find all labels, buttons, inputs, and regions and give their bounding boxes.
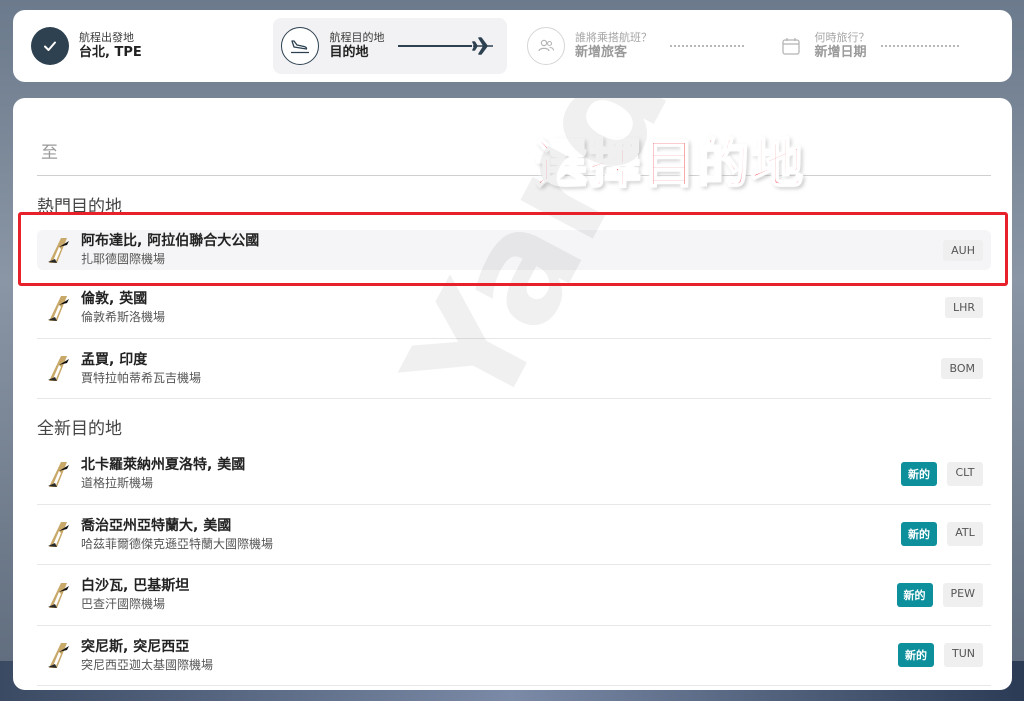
step-destination-value: 目的地 <box>329 44 369 60</box>
plane-landing-icon <box>281 27 320 65</box>
airline-tail-icon <box>48 522 69 548</box>
check-icon <box>31 27 69 65</box>
step-origin-label: 航程出發地 <box>79 31 134 44</box>
destination-search-input[interactable]: 至 <box>41 138 58 163</box>
annotation-label: 選擇目的地 <box>534 134 806 196</box>
step-connector <box>669 45 744 47</box>
destination-city: 突尼斯, 突尼西亞 <box>81 638 190 655</box>
destination-airport: 巴查汗國際機場 <box>81 597 166 612</box>
step-date-label: 何時旅行？ <box>814 31 870 44</box>
step-date-value: 新增日期 <box>814 44 867 60</box>
airline-tail-icon <box>48 582 69 608</box>
destination-row-lhr[interactable]: 倫敦, 英國 倫敦希斯洛機場 LHR <box>37 278 991 339</box>
destination-search-field[interactable]: 至 <box>37 126 991 176</box>
airport-code-badge: TUN <box>944 643 983 668</box>
new-destination-list: 北卡羅萊納州夏洛特, 美國 道格拉斯機場 新的 CLT 喬治亞州亞特蘭大, 美國… <box>37 444 991 686</box>
passengers-icon <box>526 27 565 65</box>
destination-row-auh[interactable]: 阿布達比, 阿拉伯聯合大公國 扎耶德國際機場 AUH <box>37 230 991 270</box>
new-badge: 新的 <box>898 643 934 668</box>
destination-airport: 哈茲菲爾德傑克遜亞特蘭大國際機場 <box>81 536 274 551</box>
destination-city: 阿布達比, 阿拉伯聯合大公國 <box>81 233 260 250</box>
destination-row-bom[interactable]: 孟買, 印度 賈特拉帕蒂希瓦吉機場 BOM <box>37 339 991 399</box>
airline-tail-icon <box>48 356 69 382</box>
airport-code-badge: PEW <box>942 582 983 607</box>
destination-airport: 扎耶德國際機場 <box>81 252 166 267</box>
step-date[interactable]: 何時旅行？ 新增日期 <box>756 18 996 74</box>
airport-code-badge: LHR <box>944 297 983 319</box>
destination-city: 喬治亞州亞特蘭大, 美國 <box>81 517 232 534</box>
step-passengers-value: 新增旅客 <box>574 44 627 60</box>
destination-row-atl[interactable]: 喬治亞州亞特蘭大, 美國 哈茲菲爾德傑克遜亞特蘭大國際機場 新的 ATL <box>37 505 991 565</box>
destination-panel: 至 選擇目的地 熱門目的地 阿布達比, 阿拉伯聯合大公國 扎耶德國際機場 AUH <box>13 98 1012 690</box>
airport-code-badge: ATL <box>947 522 983 547</box>
new-badge: 新的 <box>901 522 937 547</box>
airplane-icon <box>472 37 494 55</box>
destination-city: 白沙瓦, 巴基斯坦 <box>81 578 190 595</box>
new-badge: 新的 <box>901 461 937 486</box>
airport-code-badge: BOM <box>941 357 983 379</box>
popular-destination-list: 阿布達比, 阿拉伯聯合大公國 扎耶德國際機場 AUH 倫敦, 英國 倫敦希斯洛機… <box>37 216 991 399</box>
destination-city: 北卡羅萊納州夏洛特, 美國 <box>81 457 246 474</box>
step-destination[interactable]: 航程目的地 目的地 <box>273 18 507 74</box>
flight-progress-line <box>398 36 494 56</box>
step-destination-label: 航程目的地 <box>329 31 385 44</box>
popular-section-title: 熱門目的地 <box>37 197 122 217</box>
destination-airport: 道格拉斯機場 <box>81 476 154 491</box>
step-passengers-label: 誰將乘搭航班？ <box>574 31 652 44</box>
destination-airport: 倫敦希斯洛機場 <box>81 310 166 325</box>
destination-city: 倫敦, 英國 <box>81 291 148 308</box>
airline-tail-icon <box>48 295 69 321</box>
step-origin[interactable]: 航程出發地 台北, TPE <box>29 18 273 74</box>
airline-tail-icon <box>48 643 69 669</box>
airline-tail-icon <box>48 461 69 487</box>
airport-code-badge: AUH <box>943 239 983 261</box>
step-connector <box>881 45 960 47</box>
step-passengers[interactable]: 誰將乘搭航班？ 新增旅客 <box>507 18 757 74</box>
destination-row-pew[interactable]: 白沙瓦, 巴基斯坦 巴查汗國際機場 新的 PEW <box>37 565 991 626</box>
calendar-icon <box>778 27 805 65</box>
booking-stepper: 航程出發地 台北, TPE 航程目的地 目的地 誰將乘搭航班？ 新增旅客 何時旅… <box>13 10 1012 82</box>
destination-airport: 突尼西亞迦太基國際機場 <box>81 657 214 672</box>
new-badge: 新的 <box>896 582 933 607</box>
destination-row-tun[interactable]: 突尼斯, 突尼西亞 突尼西亞迦太基國際機場 新的 TUN <box>37 626 991 686</box>
new-section-title: 全新目的地 <box>37 419 122 439</box>
destination-row-clt[interactable]: 北卡羅萊納州夏洛特, 美國 道格拉斯機場 新的 CLT <box>37 444 991 505</box>
step-origin-value: 台北, TPE <box>79 44 142 60</box>
destination-airport: 賈特拉帕蒂希瓦吉機場 <box>81 370 202 385</box>
airline-tail-icon <box>48 238 69 263</box>
destination-city: 孟買, 印度 <box>81 351 148 368</box>
airport-code-badge: CLT <box>947 461 983 486</box>
